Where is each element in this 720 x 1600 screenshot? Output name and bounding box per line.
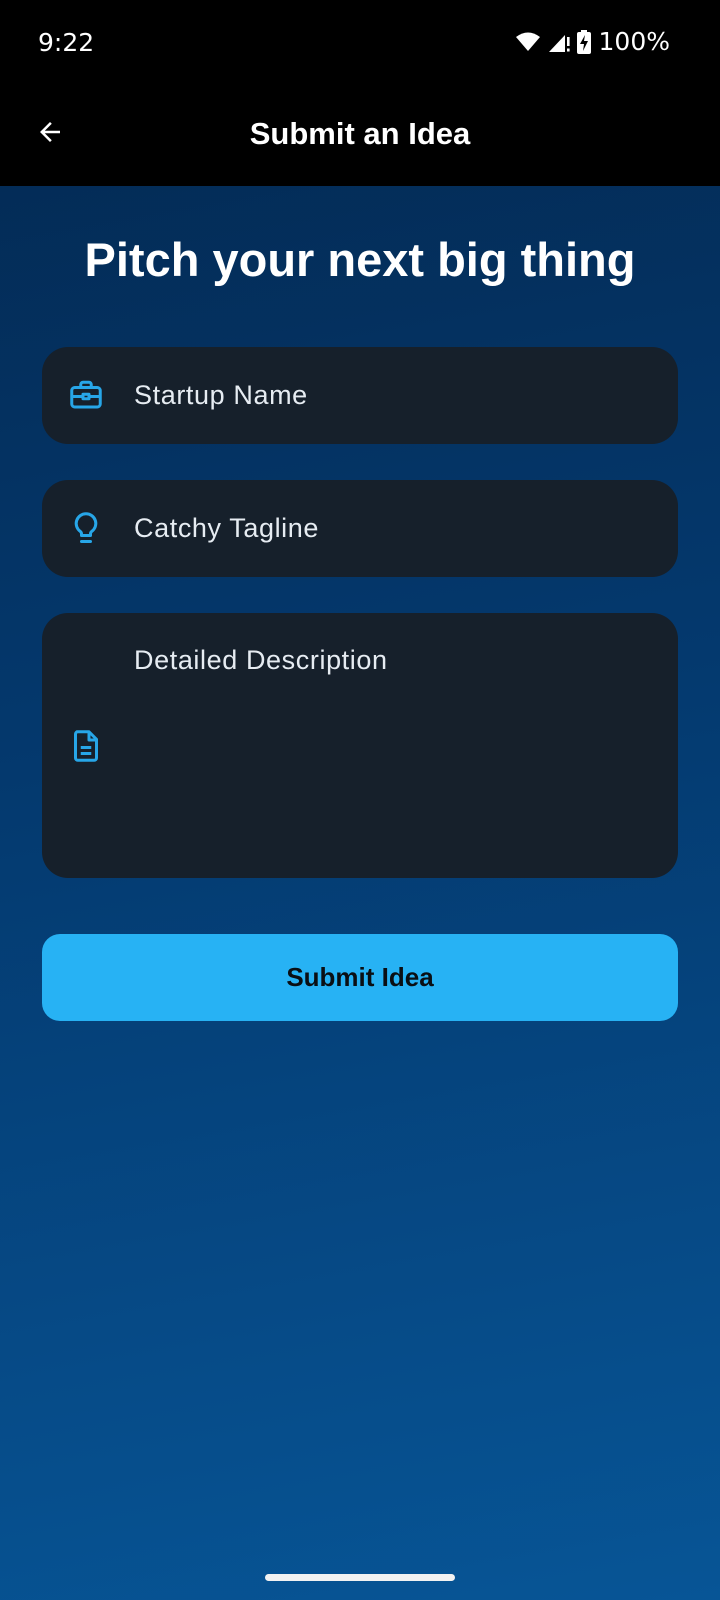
tagline-field[interactable]: Catchy Tagline: [42, 480, 678, 577]
wifi-icon: [515, 31, 541, 53]
lightbulb-icon: [66, 508, 106, 548]
headline: Pitch your next big thing: [84, 233, 636, 286]
description-field[interactable]: Detailed Description: [42, 613, 678, 878]
home-indicator[interactable]: [265, 1574, 455, 1581]
startup-name-field[interactable]: Startup Name: [42, 347, 678, 444]
page-title: Submit an Idea: [249, 116, 471, 151]
submit-idea-button[interactable]: Submit Idea: [42, 934, 678, 1021]
status-bar: 9:22 100%: [0, 0, 720, 90]
startup-name-placeholder: Startup Name: [134, 380, 308, 410]
signal-icon: [547, 31, 571, 53]
battery-charging-icon: [576, 29, 591, 54]
document-icon: [66, 726, 106, 766]
description-placeholder: Detailed Description: [134, 645, 388, 675]
tagline-placeholder: Catchy Tagline: [134, 513, 320, 543]
status-icons: 100%: [515, 27, 670, 56]
battery-percent: 100%: [598, 27, 670, 56]
briefcase-icon: [66, 375, 106, 415]
status-time: 9:22: [38, 28, 95, 57]
app-bar: Submit an Idea: [0, 90, 720, 186]
